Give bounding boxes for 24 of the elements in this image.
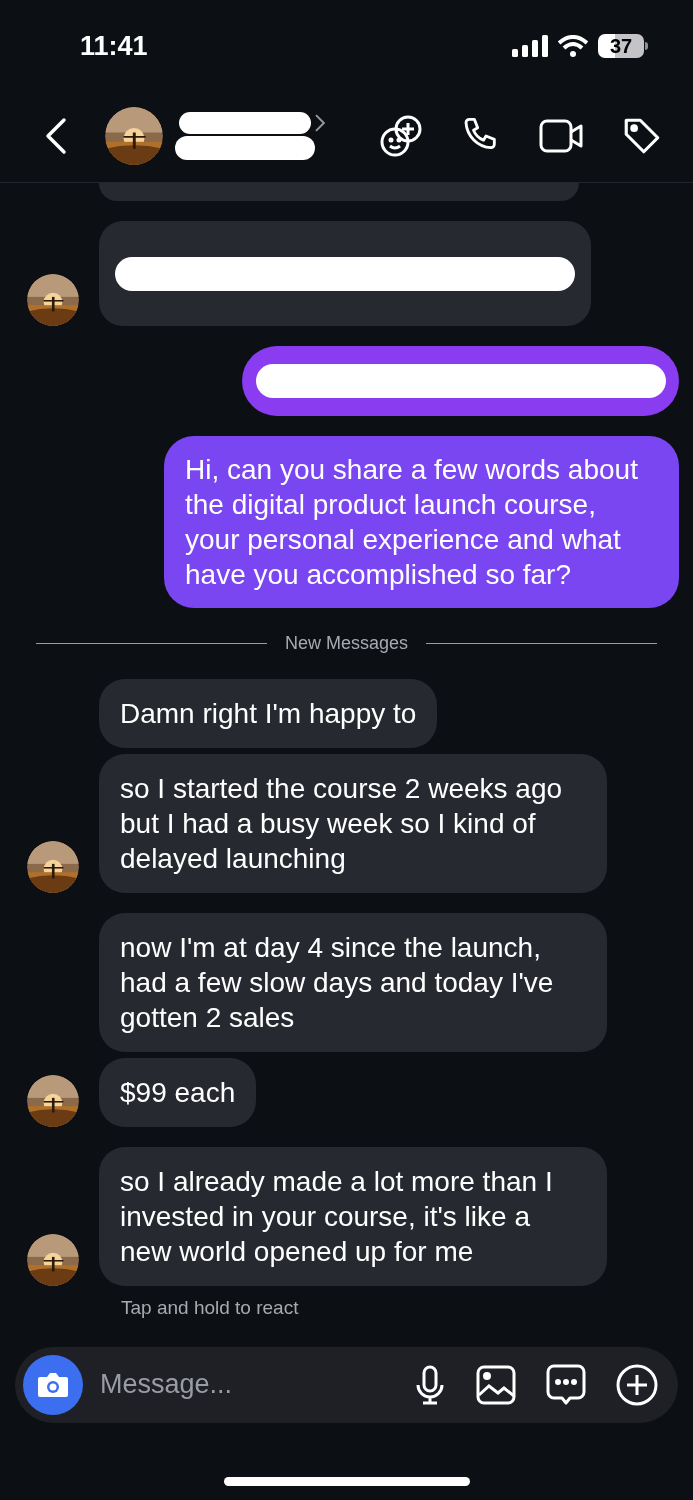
message-bubble: so I started the course 2 weeks ago but I had a busy week so I kind of delayed launching bbox=[99, 754, 607, 893]
microphone-icon[interactable] bbox=[414, 1364, 446, 1405]
message-bubble: so I already made a lot more than I invested in your course, it's like a new world opened up for me bbox=[99, 1147, 607, 1286]
message-bubble: Hi, can you share a few words about the digital product launch course, your personal experience and what have you accomplished so far? bbox=[164, 436, 679, 608]
divider-label: New Messages bbox=[285, 632, 409, 655]
message-bubble: now I'm at day 4 since the launch, had a few slow days and today I've gotten 2 sales bbox=[99, 913, 607, 1052]
add-icon[interactable] bbox=[616, 1363, 658, 1406]
message-field[interactable]: Message... bbox=[15, 1346, 678, 1423]
message-bubble: Damn right I'm happy to bbox=[99, 679, 438, 748]
video-camera-icon[interactable] bbox=[539, 118, 583, 154]
add-effects-icon[interactable] bbox=[379, 114, 423, 158]
wifi-icon bbox=[558, 35, 588, 57]
signal-icon bbox=[512, 35, 548, 57]
hint-text: Tap and hold to react bbox=[121, 1297, 299, 1318]
message-input[interactable]: Message... bbox=[100, 1364, 414, 1405]
battery-indicator: 37 bbox=[598, 34, 644, 58]
status-time: 11:41 bbox=[80, 29, 148, 63]
message-bubble: $99 each bbox=[99, 1058, 257, 1127]
image-icon[interactable] bbox=[476, 1364, 516, 1405]
chat-bubble-icon[interactable] bbox=[546, 1363, 586, 1406]
camera-button[interactable] bbox=[23, 1354, 83, 1415]
back-icon[interactable] bbox=[44, 117, 68, 155]
chevron-icon[interactable] bbox=[315, 114, 325, 132]
camera-icon bbox=[37, 1370, 69, 1399]
